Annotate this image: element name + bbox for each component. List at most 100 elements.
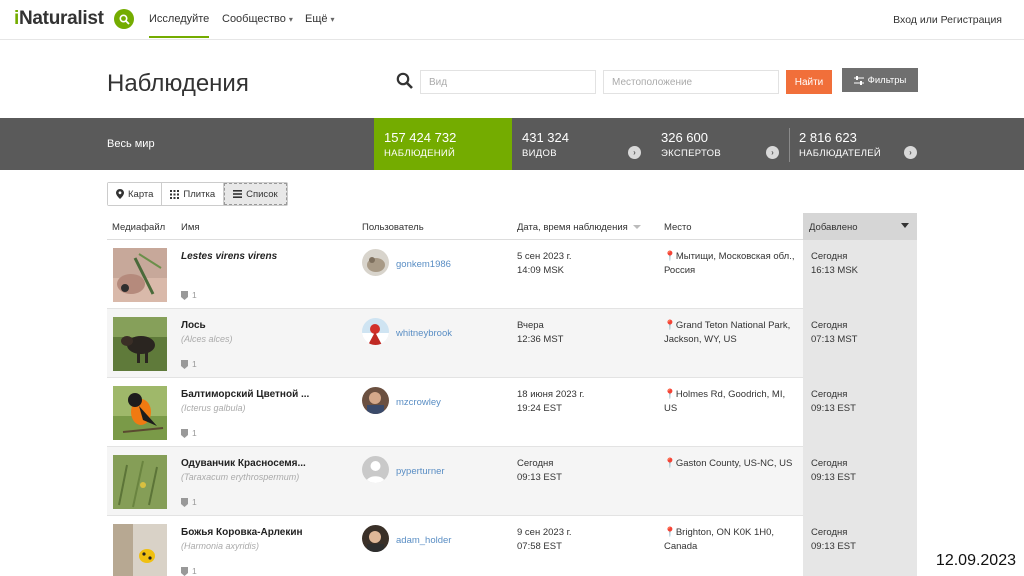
stat-observations[interactable]: 157 424 732 НАБЛЮДЕНИЙ <box>374 118 512 170</box>
tab-map[interactable]: Карта <box>108 183 163 205</box>
ids-number: 1 <box>192 566 197 576</box>
taxon-name[interactable]: Балтиморский Цветной ... <box>181 389 309 400</box>
find-button[interactable]: Найти <box>786 70 832 94</box>
user-link[interactable]: gonkem1986 <box>396 259 451 270</box>
place: 📍Holmes Rd, Goodrich, MI, US <box>664 389 786 414</box>
stat-number: 2 816 623 <box>799 130 857 145</box>
user-link[interactable]: whitneybrook <box>396 328 452 339</box>
column-user[interactable]: Пользователь <box>362 222 424 233</box>
ids-number: 1 <box>192 428 197 438</box>
search-icon[interactable] <box>114 9 134 29</box>
observation-photo[interactable] <box>113 455 167 509</box>
map-marker-icon <box>116 189 124 199</box>
taxon-name[interactable]: Лось <box>181 320 206 331</box>
table-row[interactable]: Лось (Alces alces) 1 whitneybrook Вчера 1… <box>107 309 917 378</box>
login-signup-link[interactable]: Вход или Регистрация <box>893 14 1002 26</box>
scientific-name: (Alces alces) <box>181 334 233 344</box>
tag-icon <box>181 566 188 576</box>
page-title: Наблюдения <box>107 70 249 97</box>
stat-observers[interactable]: 2 816 623 НАБЛЮДАТЕЛЕЙ › <box>789 118 917 170</box>
identifications-count: 1 <box>181 359 197 369</box>
user-link[interactable]: pyperturner <box>396 466 445 477</box>
tag-icon <box>181 497 188 507</box>
stat-number: 326 600 <box>661 130 708 145</box>
column-name[interactable]: Имя <box>181 222 200 233</box>
map-marker-icon: 📍 <box>664 527 676 538</box>
caret-down-icon <box>901 223 909 228</box>
place: 📍Мытищи, Московская обл., Россия <box>664 251 795 276</box>
table-row[interactable]: Балтиморский Цветной ... (Icterus galbul… <box>107 378 917 447</box>
top-navigation: iNaturalist Исследуйте Сообщество ▾ Ещё ▾ … <box>0 0 1024 40</box>
taxon-name[interactable]: Одуванчик Красносемя... <box>181 458 306 469</box>
added-date: Сегодня 07:13 MST <box>811 320 858 345</box>
species-input[interactable]: Вид <box>420 70 596 94</box>
user-avatar[interactable] <box>362 525 389 552</box>
species-placeholder: Вид <box>429 77 448 88</box>
chevron-down-icon: ▾ <box>288 15 293 24</box>
location-input[interactable]: Местоположение <box>603 70 779 94</box>
scientific-name: (Taraxacum erythrospermum) <box>181 472 300 482</box>
observed-date: 5 сен 2023 г. 14:09 MSK <box>517 251 572 276</box>
observed-date: 9 сен 2023 г. 07:58 EST <box>517 527 572 552</box>
table-row[interactable]: Одуванчик Красносемя... (Taraxacum eryth… <box>107 447 917 516</box>
table-header: Медиафайл Имя Пользователь Дата, время н… <box>107 213 917 240</box>
user-link[interactable]: adam_holder <box>396 535 451 546</box>
observations-table: Медиафайл Имя Пользователь Дата, время н… <box>107 213 917 576</box>
stat-number: 157 424 732 <box>384 130 457 145</box>
stat-label: НАБЛЮДАТЕЛЕЙ <box>799 148 882 159</box>
ids-number: 1 <box>192 359 197 369</box>
user-avatar[interactable] <box>362 387 389 414</box>
user-avatar[interactable] <box>362 249 389 276</box>
arrow-right-icon: › <box>628 146 641 159</box>
taxon-name[interactable]: Божья Коровка-Арлекин <box>181 527 303 538</box>
stat-number: 431 324 <box>522 130 569 145</box>
screenshot-date-overlay: 12.09.2023 <box>935 552 1016 569</box>
map-marker-icon: 📍 <box>664 320 676 331</box>
scientific-name: (Harmonia axyridis) <box>181 541 260 551</box>
nav-community[interactable]: Сообщество ▾ <box>222 13 293 25</box>
column-added[interactable]: Добавлено <box>803 213 917 240</box>
nav-more[interactable]: Ещё ▾ <box>305 13 335 25</box>
table-row[interactable]: Божья Коровка-Арлекин (Harmonia axyridis… <box>107 516 917 576</box>
place-label[interactable]: Весь мир <box>107 138 155 150</box>
arrow-right-icon: › <box>904 146 917 159</box>
default-avatar-icon[interactable] <box>362 456 389 483</box>
user-avatar[interactable] <box>362 318 389 345</box>
place: 📍Grand Teton National Park, Jackson, WY,… <box>664 320 791 345</box>
filters-button[interactable]: Фильтры <box>842 68 918 92</box>
tab-label: Плитка <box>183 188 216 200</box>
nav-explore[interactable]: Исследуйте <box>149 13 210 38</box>
added-date: Сегодня 16:13 MSK <box>811 251 858 276</box>
stat-label: ЭКСПЕРТОВ <box>661 148 721 159</box>
observation-photo[interactable] <box>113 248 167 302</box>
column-place[interactable]: Место <box>664 222 692 233</box>
added-date: Сегодня 09:13 EST <box>811 389 856 414</box>
ids-number: 1 <box>192 290 197 300</box>
observation-photo[interactable] <box>113 386 167 440</box>
taxon-name[interactable]: Lestes virens virens <box>181 251 277 262</box>
chevron-down-icon: ▾ <box>330 15 335 24</box>
map-marker-icon: 📍 <box>664 458 676 469</box>
sort-icon <box>632 225 641 230</box>
scientific-name: (Icterus galbula) <box>181 403 246 413</box>
arrow-right-icon: › <box>766 146 779 159</box>
observation-photo[interactable] <box>113 524 167 576</box>
identifications-count: 1 <box>181 497 197 507</box>
user-link[interactable]: mzcrowley <box>396 397 441 408</box>
inaturalist-logo[interactable]: iNaturalist <box>14 8 104 30</box>
tab-grid[interactable]: Плитка <box>162 183 225 205</box>
tag-icon <box>181 359 188 369</box>
table-row[interactable]: Lestes virens virens 1 gonkem1986 5 сен … <box>107 240 917 309</box>
place: 📍Brighton, ON K0K 1H0, Canada <box>664 527 775 552</box>
identifications-count: 1 <box>181 428 197 438</box>
search-icon <box>396 72 414 95</box>
list-icon <box>233 190 243 198</box>
stat-identifiers[interactable]: 326 600 ЭКСПЕРТОВ › <box>651 118 779 170</box>
tab-list[interactable]: Список <box>224 183 287 205</box>
stat-species[interactable]: 431 324 ВИДОВ › <box>512 118 641 170</box>
added-date: Сегодня 09:13 EST <box>811 527 856 552</box>
observation-photo[interactable] <box>113 317 167 371</box>
observed-date: 18 июня 2023 г. 19:24 EST <box>517 389 585 414</box>
column-date[interactable]: Дата, время наблюдения <box>517 222 641 233</box>
column-date-label: Дата, время наблюдения <box>517 222 628 233</box>
